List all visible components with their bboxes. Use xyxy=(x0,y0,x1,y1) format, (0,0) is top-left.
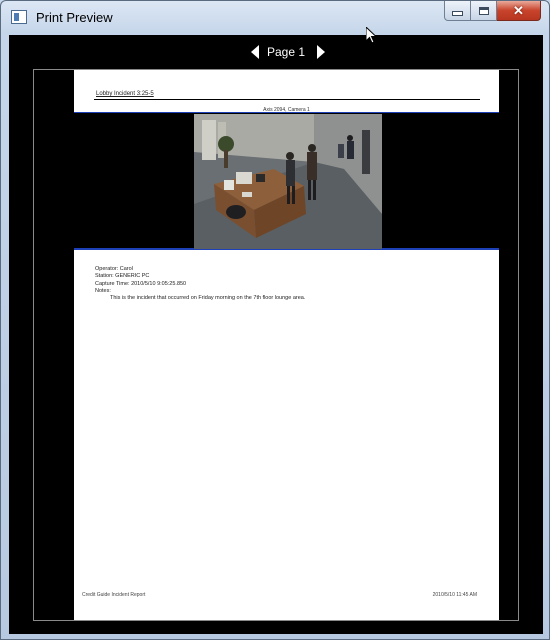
station-line: Station: GENERIC PC xyxy=(95,273,150,280)
preview-area: Page 1 Lobby Incident 3:25-5 Axis 2094, … xyxy=(9,35,543,634)
maximize-button[interactable] xyxy=(471,1,497,21)
notes-text: This is the incident that occurred on Fr… xyxy=(110,295,306,302)
maximize-icon xyxy=(478,6,489,15)
title-bar[interactable]: Print Preview ✕ xyxy=(1,1,549,35)
incident-details: Operator: Carol Station: GENERIC PC Capt… xyxy=(95,266,305,302)
report-page: Lobby Incident 3:25-5 Axis 2094, Camera … xyxy=(74,70,499,620)
snapshot-band xyxy=(74,112,499,250)
page-frame: Lobby Incident 3:25-5 Axis 2094, Camera … xyxy=(33,69,519,621)
window-title: Print Preview xyxy=(36,10,113,25)
triangle-left-icon[interactable] xyxy=(251,45,259,59)
minimize-button[interactable] xyxy=(444,1,471,21)
window-controls: ✕ xyxy=(444,1,541,22)
minimize-icon xyxy=(452,11,463,16)
print-preview-window: Print Preview ✕ Page 1 Lobby Incident 3:… xyxy=(0,0,550,640)
report-title: Lobby Incident 3:25-5 xyxy=(96,91,154,97)
close-icon: ✕ xyxy=(513,2,524,18)
print-preview-icon xyxy=(11,10,27,24)
footer-report-name: Credit Guide Incident Report xyxy=(82,592,146,598)
operator-line: Operator: Carol xyxy=(95,266,133,272)
notes-label: Notes: xyxy=(95,287,111,294)
page-navigation: Page 1 xyxy=(9,35,543,69)
close-button[interactable]: ✕ xyxy=(497,1,541,21)
capture-time-line: Capture Time: 2010/5/10 9:05:25.850 xyxy=(95,280,187,287)
triangle-right-icon[interactable] xyxy=(317,45,325,59)
title-divider xyxy=(94,99,480,100)
mouse-cursor-icon xyxy=(366,27,378,44)
cctv-snapshot-image xyxy=(194,114,382,249)
footer-timestamp: 2010/5/10 11:45 AM xyxy=(432,592,477,598)
page-indicator: Page 1 xyxy=(267,45,306,59)
